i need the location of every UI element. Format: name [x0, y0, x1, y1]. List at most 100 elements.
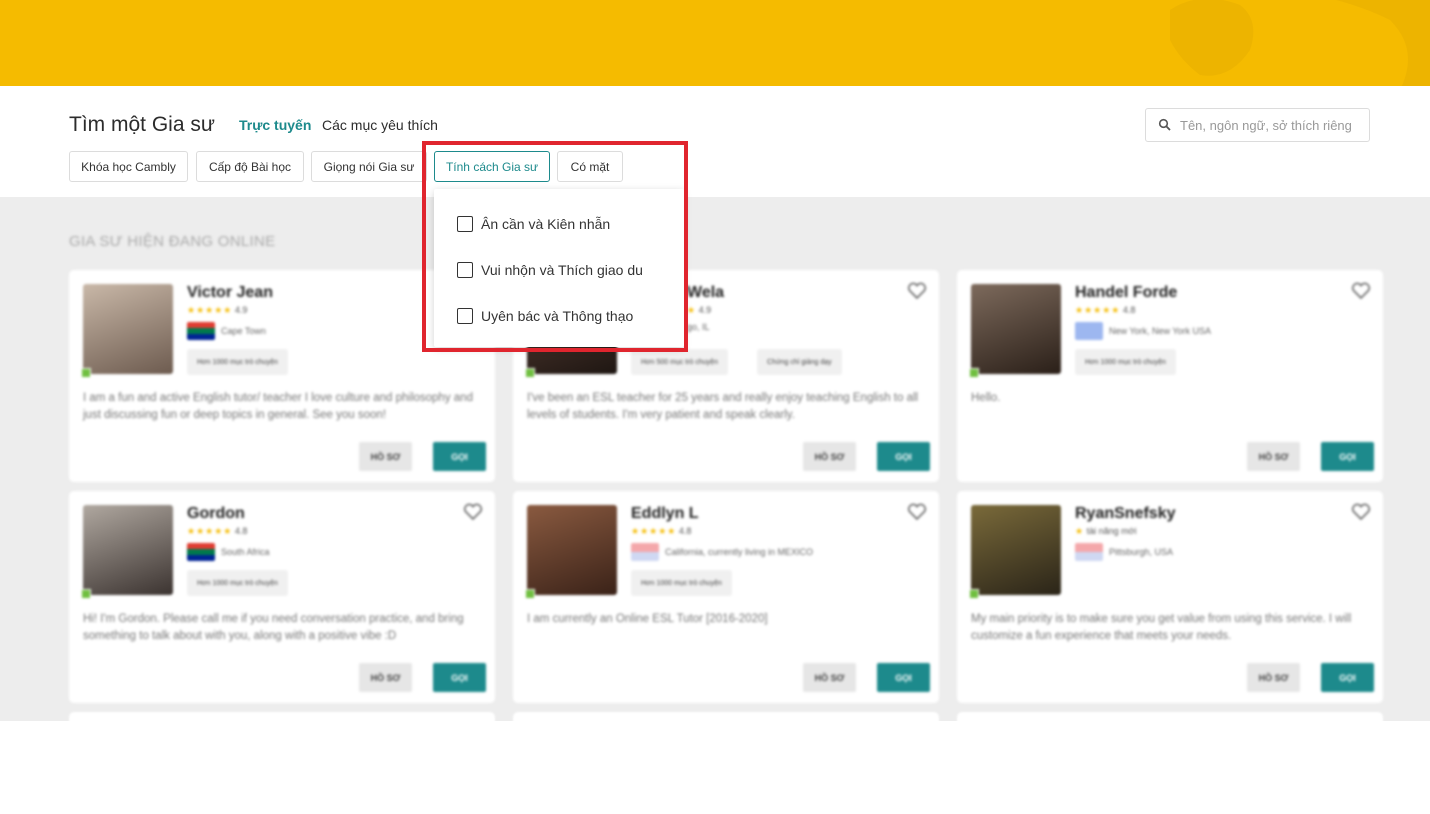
tutor-card: RyanSnefsky ★ tài năng mới Pittsburgh, U…	[957, 491, 1383, 703]
checkbox[interactable]	[457, 262, 473, 278]
online-indicator	[969, 589, 979, 599]
search-icon	[1158, 118, 1171, 131]
tutor-tag: Hơn 1000 mục trò chuyện	[187, 570, 288, 596]
call-button[interactable]: GỌI	[433, 442, 486, 471]
tutor-rating: ★ 4.9	[687, 305, 712, 315]
flag-usa-icon	[1075, 543, 1103, 561]
call-button[interactable]: GỌI	[877, 442, 930, 471]
profile-button[interactable]: HỒ SƠ	[359, 442, 412, 471]
online-indicator	[969, 368, 979, 378]
favorite-heart-icon[interactable]	[463, 503, 483, 521]
personality-dropdown: Ân cần và Kiên nhẫn Vui nhộn và Thích gi…	[434, 189, 684, 347]
tutor-card: Eddlyn L ★★★★★ 4.8 California, currently…	[513, 491, 939, 703]
tutor-name[interactable]: RyanSnefsky	[1075, 505, 1176, 523]
tutor-description: I am a fun and active English tutor/ tea…	[83, 392, 473, 421]
favorite-heart-icon[interactable]	[907, 503, 927, 521]
tutor-name[interactable]: Victor Jean	[187, 284, 273, 302]
tutor-description: Hello.	[971, 392, 1001, 404]
online-indicator	[81, 368, 91, 378]
call-button[interactable]: GỌI	[1321, 663, 1374, 692]
section-title: GIA SƯ HIỆN ĐANG ONLINE	[69, 233, 276, 250]
option-fun-outgoing[interactable]: Vui nhộn và Thích giao du	[457, 262, 643, 278]
tutor-photo[interactable]	[83, 505, 173, 595]
tutor-tag: Hơn 1000 mục trò chuyện	[187, 349, 288, 375]
option-label: Uyên bác và Thông thạo	[481, 308, 634, 324]
tutor-name[interactable]: Gordon	[187, 505, 245, 523]
tutor-description: I am currently an Online ESL Tutor [2016…	[527, 613, 768, 625]
star-icons: ★★★★★	[631, 526, 677, 536]
online-indicator	[525, 589, 535, 599]
tutor-location: Cape Town	[187, 322, 266, 340]
filter-tutor-accent[interactable]: Giọng nói Gia sư	[311, 151, 427, 182]
tab-favorites[interactable]: Các mục yêu thích	[322, 117, 438, 133]
checkbox[interactable]	[457, 216, 473, 232]
tutor-description: My main priority is to make sure you get…	[971, 613, 1352, 642]
search-input[interactable]	[1180, 117, 1360, 133]
tutor-tag: Hơn 1000 mục trò chuyện	[1075, 349, 1176, 375]
option-label: Vui nhộn và Thích giao du	[481, 262, 643, 278]
star-icons: ★★★★★	[1075, 305, 1121, 315]
profile-button[interactable]: HỒ SƠ	[803, 663, 856, 692]
tutor-name[interactable]: Handel Forde	[1075, 284, 1177, 302]
favorite-heart-icon[interactable]	[907, 282, 927, 300]
star-icons: ★	[1075, 526, 1085, 536]
tutor-tag: Hơn 1000 mục trò chuyện	[631, 570, 732, 596]
profile-button[interactable]: HỒ SƠ	[1247, 663, 1300, 692]
option-label: Ân cần và Kiên nhẫn	[481, 216, 611, 232]
online-indicator	[525, 368, 535, 378]
tutor-card-partial	[69, 712, 495, 721]
tutor-name[interactable]: Eddlyn L	[631, 505, 699, 523]
tutor-rating: ★★★★★ 4.8	[1075, 305, 1136, 315]
tutor-photo[interactable]	[971, 505, 1061, 595]
flag-south-africa-icon	[187, 322, 215, 340]
tutor-tag: Hơn 500 mục trò chuyện	[631, 349, 728, 375]
call-button[interactable]: GỌI	[433, 663, 486, 692]
star-icons: ★★★★★	[187, 526, 233, 536]
tutor-location: go, IL	[687, 322, 710, 332]
tutor-rating: ★★★★★ 4.9	[187, 305, 248, 315]
tutor-rating: ★★★★★ 4.8	[631, 526, 692, 536]
tutor-photo[interactable]	[971, 284, 1061, 374]
option-caring-patient[interactable]: Ân cần và Kiên nhẫn	[457, 216, 610, 232]
tutor-name[interactable]: Wela	[687, 284, 724, 302]
tutor-rating: ★★★★★ 4.8	[187, 526, 248, 536]
filter-lesson-level[interactable]: Cấp độ Bài học	[196, 151, 304, 182]
page-title: Tìm một Gia sư	[69, 113, 215, 136]
tutor-card-partial	[957, 712, 1383, 721]
favorite-heart-icon[interactable]	[1351, 282, 1371, 300]
tutor-rating: ★ tài năng mới	[1075, 526, 1137, 536]
tutor-tag: Chứng chỉ giảng dạy	[757, 349, 842, 375]
filter-cambly-course[interactable]: Khóa học Cambly	[69, 151, 188, 182]
tutor-list-area: GIA SƯ HIỆN ĐANG ONLINE Victor Jean ★★★★…	[0, 197, 1430, 721]
tutor-card: Gordon ★★★★★ 4.8 South Africa Hơn 1000 m…	[69, 491, 495, 703]
tab-online[interactable]: Trực tuyến	[239, 117, 311, 133]
tutor-photo[interactable]	[83, 284, 173, 374]
tutor-photo[interactable]	[527, 505, 617, 595]
tutor-description: I've been an ESL teacher for 25 years an…	[527, 392, 919, 421]
tutor-card: Victor Jean ★★★★★ 4.9 Cape Town Hơn 1000…	[69, 270, 495, 482]
online-indicator	[81, 589, 91, 599]
profile-button[interactable]: HỒ SƠ	[1247, 442, 1300, 471]
header-banner	[0, 0, 1430, 86]
flag-south-africa-icon	[187, 543, 215, 561]
filter-tutor-personality[interactable]: Tính cách Gia sư	[434, 151, 550, 182]
call-button[interactable]: GỌI	[877, 663, 930, 692]
world-map-decoration	[1170, 0, 1430, 86]
checkbox[interactable]	[457, 308, 473, 324]
favorite-heart-icon[interactable]	[1351, 503, 1371, 521]
tutor-location: Pittsburgh, USA	[1075, 543, 1173, 561]
tutor-location: New York, New York USA	[1075, 322, 1211, 340]
profile-button[interactable]: HỒ SƠ	[359, 663, 412, 692]
tutor-location: South Africa	[187, 543, 270, 561]
tutor-description: Hi! I'm Gordon. Please call me if you ne…	[83, 613, 464, 642]
star-icons: ★	[687, 305, 697, 315]
star-icons: ★★★★★	[187, 305, 233, 315]
tutor-card-partial	[513, 712, 939, 721]
tutor-location: California, currently living in MEXICO	[631, 543, 813, 561]
filter-availability[interactable]: Có mặt	[557, 151, 623, 182]
tutor-card: Handel Forde ★★★★★ 4.8 New York, New Yor…	[957, 270, 1383, 482]
profile-button[interactable]: HỒ SƠ	[803, 442, 856, 471]
call-button[interactable]: GỌI	[1321, 442, 1374, 471]
search-box[interactable]	[1145, 108, 1370, 142]
option-knowledgeable-fluent[interactable]: Uyên bác và Thông thạo	[457, 308, 633, 324]
